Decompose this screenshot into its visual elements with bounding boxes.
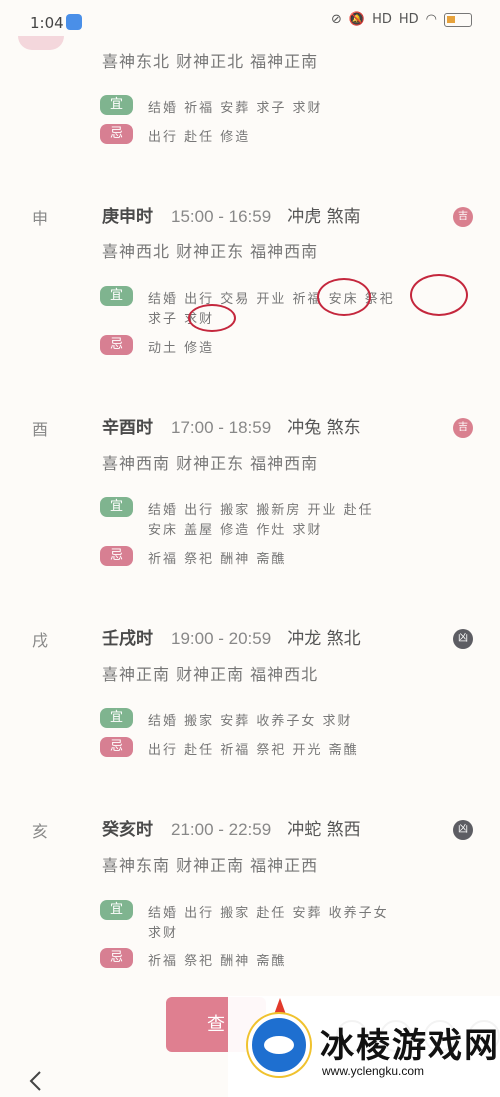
- ji-tag: 忌: [100, 737, 133, 757]
- yi-items-2: 安床 盖屋 修造 作灶 求财: [148, 523, 323, 538]
- hour-title: 辛酉时 17:00 - 18:59 冲兔 煞东: [102, 418, 361, 438]
- ji-tag: 忌: [100, 948, 133, 968]
- signal-icon-1: HD: [372, 12, 392, 27]
- gods-direction: 喜神正南 财神正南 福神西北: [102, 665, 319, 684]
- ji-tag: 忌: [100, 546, 133, 566]
- yi-tag: 宜: [100, 497, 133, 517]
- annotation-circle: [410, 274, 468, 316]
- luck-badge: 吉: [453, 207, 473, 227]
- yi-items: 结婚 搬家 安葬 收养子女 求财: [148, 714, 353, 729]
- ji-tag: 忌: [100, 124, 133, 144]
- annotation-circle: [317, 278, 371, 316]
- status-icons: ⊘ 🔕 HD HD ◠: [331, 12, 472, 27]
- ji-items: 出行 赴任 祈福 祭祀 开光 斋醮: [148, 743, 359, 758]
- yi-tag: 宜: [100, 95, 133, 115]
- annotation-circle: [188, 304, 236, 332]
- status-bar: 1:04 ⊘ 🔕 HD HD ◠: [0, 0, 500, 44]
- branch-char: 申: [32, 209, 49, 228]
- luck-badge: 凶: [453, 820, 473, 840]
- watermark-overlay: 冰棱游戏网 www.yclengku.com: [228, 996, 500, 1097]
- branch-char: 戌: [32, 631, 49, 650]
- branch-char: 亥: [32, 822, 49, 841]
- luck-badge: 凶: [453, 629, 473, 649]
- ji-items: 动土 修造: [148, 341, 215, 356]
- yi-items: 结婚 祈福 安葬 求子 求财: [148, 101, 323, 116]
- watermark-url: www.yclengku.com: [322, 1064, 425, 1078]
- mute-icon: 🔕: [348, 12, 366, 27]
- hour-title: 庚申时 15:00 - 16:59 冲虎 煞南: [102, 207, 361, 227]
- ji-tag: 忌: [100, 335, 133, 355]
- branch-char: 酉: [32, 420, 49, 439]
- gods-direction: 喜神西北 财神正东 福神西南: [102, 242, 319, 261]
- signal-icon-2: HD: [398, 12, 419, 27]
- back-arrow-icon[interactable]: [26, 1070, 48, 1092]
- yi-tag: 宜: [100, 900, 133, 920]
- gods-direction: 喜神东北 财神正北 福神正南: [102, 52, 319, 71]
- watermark-logo: [248, 1014, 310, 1076]
- yi-tag: 宜: [100, 708, 133, 728]
- hour-title: 壬戌时 19:00 - 20:59 冲龙 煞北: [102, 629, 361, 649]
- app-notification-icon: [66, 14, 82, 30]
- ji-items: 出行 赴任 修造: [148, 130, 251, 145]
- yi-items: 结婚 出行 搬家 赴任 安葬 收养子女: [148, 906, 389, 921]
- gods-direction: 喜神西南 财神正东 福神西南: [102, 454, 319, 473]
- status-time: 1:04: [30, 14, 64, 32]
- link-icon: ⊘: [330, 12, 342, 27]
- gods-direction: 喜神东南 财神正南 福神正西: [102, 856, 319, 875]
- luck-badge: 吉: [453, 418, 473, 438]
- battery-icon: [444, 12, 472, 27]
- yi-tag: 宜: [100, 286, 133, 306]
- ji-items: 祈福 祭祀 酬神 斋醮: [148, 954, 287, 969]
- ji-items: 祈福 祭祀 酬神 斋醮: [148, 552, 287, 567]
- wifi-icon: ◠: [425, 12, 437, 27]
- hour-title: 癸亥时 21:00 - 22:59 冲蛇 煞西: [102, 820, 361, 840]
- yi-items-2: 求财: [148, 926, 179, 941]
- date-circle-fragment: [18, 36, 64, 50]
- yi-items: 结婚 出行 搬家 搬新房 开业 赴任: [148, 503, 374, 518]
- watermark-title: 冰棱游戏网: [320, 1026, 500, 1066]
